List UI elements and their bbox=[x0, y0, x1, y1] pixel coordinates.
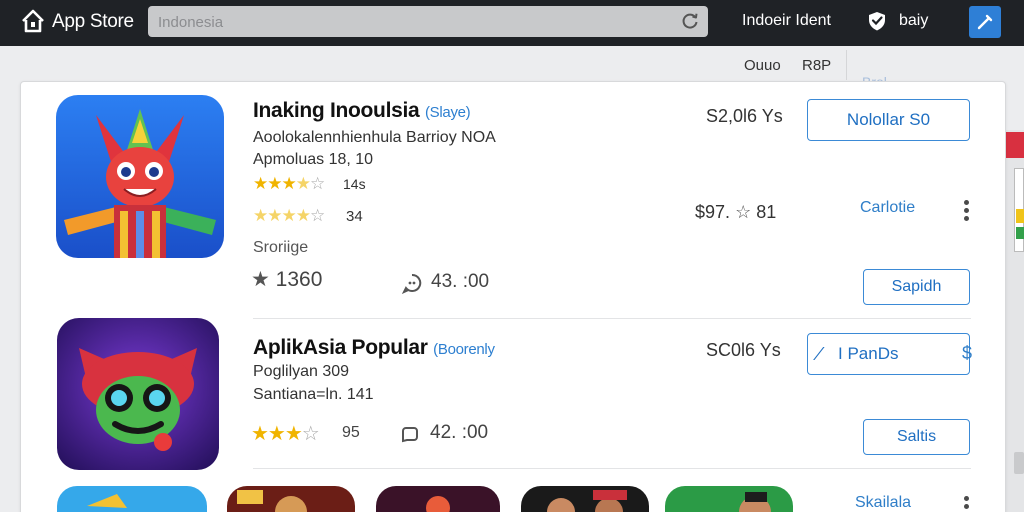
status-label: Sroriige bbox=[253, 239, 309, 256]
comment-count: 42. :00 bbox=[430, 422, 489, 443]
secondary-price-rating: 81 bbox=[756, 202, 777, 222]
rating-count-secondary: 34 bbox=[346, 208, 363, 225]
pencil-icon bbox=[977, 14, 993, 30]
app-category: Apmoluas 18, 10 bbox=[253, 151, 374, 168]
app-icon-2[interactable] bbox=[57, 318, 219, 470]
region-selector[interactable]: Indoeir Ident bbox=[742, 12, 831, 30]
more-link[interactable]: Skailala bbox=[855, 494, 911, 512]
divider bbox=[846, 50, 847, 80]
app-name[interactable]: Inaking Inooulsia (Slaye) bbox=[253, 99, 471, 123]
developer-name: Aoolokalennhienhula Barrioy NOA bbox=[253, 129, 496, 146]
app-thumb-4[interactable] bbox=[521, 486, 649, 512]
rating-stars-secondary: ★★★★☆ bbox=[253, 206, 325, 225]
get-button[interactable]: ⁄ I PanDs bbox=[807, 333, 970, 375]
star-outline-icon: ☆ bbox=[735, 202, 752, 222]
app-name-text: Inaking Inooulsia bbox=[253, 99, 420, 122]
search-input[interactable] bbox=[158, 12, 658, 32]
side-tab[interactable] bbox=[1014, 452, 1024, 474]
secondary-price: $97. ☆ 81 bbox=[695, 202, 776, 223]
app-tag: (Boorenly bbox=[433, 341, 495, 358]
rating-stars: ★★★☆ bbox=[251, 423, 320, 445]
download-icon: ⁄ bbox=[818, 344, 822, 364]
developer-name: Poglilyan 309 bbox=[253, 363, 350, 380]
sort-label: Ouuo bbox=[744, 57, 781, 74]
app-title: App Store bbox=[52, 11, 134, 32]
row-divider bbox=[253, 468, 971, 469]
details-link[interactable]: Carlotie bbox=[860, 199, 915, 217]
comment-icon bbox=[401, 273, 422, 294]
app-tag: (Slaye) bbox=[424, 104, 471, 121]
rating-count: 95 bbox=[342, 424, 360, 441]
refresh-icon[interactable] bbox=[680, 11, 700, 31]
sort-value[interactable]: R8P bbox=[802, 57, 831, 74]
star-icon: ★ bbox=[251, 268, 270, 291]
rating-stars: ★★★★☆ bbox=[253, 174, 325, 193]
app-name-text: AplikAsia Popular bbox=[253, 336, 428, 359]
app-price: SC0l6 Ys bbox=[706, 340, 781, 360]
search-bar[interactable] bbox=[148, 6, 708, 37]
side-marker bbox=[1005, 132, 1024, 158]
app-thumb-1[interactable] bbox=[57, 486, 207, 512]
app-price: S2,0l6 Ys bbox=[706, 106, 783, 126]
more-options-icon[interactable] bbox=[964, 496, 970, 512]
secondary-price-value: $97. bbox=[695, 202, 731, 222]
shield-icon bbox=[869, 12, 885, 31]
top-bar: App Store Indoeir Ident baiy bbox=[0, 0, 1024, 46]
comment-icon bbox=[402, 427, 418, 443]
currency-symbol: $ bbox=[962, 343, 973, 363]
scroll-thumb[interactable] bbox=[1014, 168, 1024, 252]
stat-value: 1360 bbox=[275, 268, 323, 291]
app-name[interactable]: AplikAsia Popular (Boorenly bbox=[253, 336, 495, 360]
app-thumb-2[interactable] bbox=[227, 486, 355, 512]
app-icon-1[interactable] bbox=[56, 95, 224, 258]
secondary-button[interactable]: Sapidh bbox=[863, 269, 970, 305]
star-stat: ★ 1360 bbox=[251, 267, 322, 292]
rating-count: 14s bbox=[343, 176, 366, 192]
user-label[interactable]: baiy bbox=[899, 12, 928, 30]
app-thumb-3[interactable] bbox=[376, 486, 500, 512]
get-button[interactable]: Nolollar S0 bbox=[807, 99, 970, 141]
secondary-button[interactable]: Saltis bbox=[863, 419, 970, 455]
more-options-icon[interactable] bbox=[964, 200, 970, 224]
row-divider bbox=[253, 318, 971, 319]
comment-count: 43. :00 bbox=[431, 271, 490, 292]
edit-button[interactable] bbox=[969, 6, 1001, 38]
home-icon[interactable] bbox=[20, 8, 46, 34]
app-thumb-5[interactable] bbox=[665, 486, 793, 512]
app-category: Santiana=ln. 141 bbox=[253, 386, 374, 403]
get-button-label: I PanDs bbox=[838, 344, 899, 363]
app-list-panel: Inaking Inooulsia (Slaye) Aoolokalennhie… bbox=[20, 81, 1006, 512]
